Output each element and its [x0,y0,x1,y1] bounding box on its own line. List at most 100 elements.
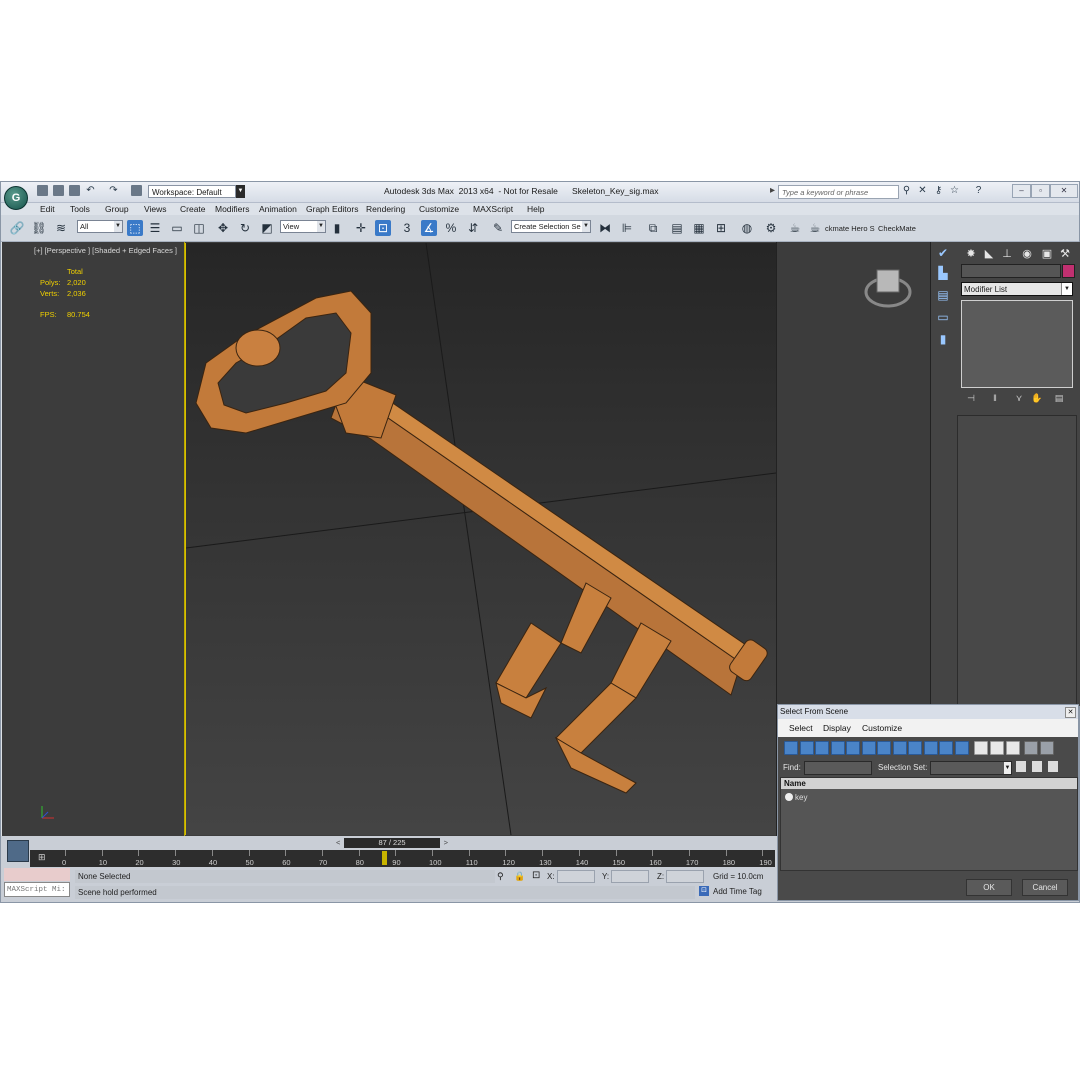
search-input[interactable]: Type a keyword or phrase [778,185,899,199]
show-end-result-icon[interactable]: ‖ [989,392,1001,404]
add-time-tag[interactable]: Add Time Tag [713,887,762,896]
menu-views[interactable]: Views [144,204,167,214]
render-setup-icon[interactable]: ⚙ [763,220,779,236]
snaps-toggle-icon[interactable]: 3 [399,220,415,236]
column-header-name[interactable]: Name [781,778,1077,789]
dialog-menu-customize[interactable]: Customize [862,723,902,733]
dialog-menu-display[interactable]: Display [823,723,851,733]
filter-icon[interactable] [1024,741,1038,755]
object-color-swatch[interactable] [1062,264,1075,278]
menu-customize[interactable]: Customize [419,204,459,214]
object-type-filter-icon[interactable] [954,741,969,755]
graphite-modeling-icon[interactable]: ▤ [669,220,685,236]
menu-help[interactable]: Help [527,204,544,214]
object-type-filter-icon[interactable] [830,741,845,755]
render-production-icon[interactable]: ☕ [807,220,823,236]
mini-listener-icon[interactable] [7,840,29,862]
object-name-field[interactable] [961,264,1061,278]
list-display-icon[interactable] [1006,741,1020,755]
time-slider[interactable]: < 87 / 225 > [336,838,448,848]
remove-from-selection-set-icon[interactable] [1048,761,1058,772]
tools-icon[interactable]: ✕ [917,185,928,196]
menu-group[interactable]: Group [105,204,129,214]
percent-snap-icon[interactable]: % [443,220,459,236]
y-coordinate-field[interactable] [611,870,649,883]
viewcube-icon[interactable] [863,262,913,312]
workspace-dropdown[interactable]: Workspace: Default [148,185,236,198]
window-crossing-icon[interactable]: ◫ [191,220,207,236]
align-icon[interactable]: ⊫ [619,220,635,236]
star-icon[interactable]: ☆ [949,185,960,196]
maxscript-listener-area[interactable] [4,868,70,881]
remove-modifier-icon[interactable]: ✋ [1031,392,1043,404]
object-type-filter-icon[interactable] [846,741,860,755]
chevron-left-icon[interactable]: < [336,838,340,848]
perspective-viewport[interactable] [185,243,777,835]
modifier-stack[interactable] [961,300,1073,388]
schematic-view-icon[interactable]: ⊞ [713,220,729,236]
redo-icon[interactable]: ↷ [108,185,119,196]
link-icon[interactable]: 🔗 [9,220,25,236]
cancel-button[interactable]: Cancel [1022,879,1068,896]
lock-selection-icon[interactable]: ⚲ [497,871,504,882]
menu-graph-editors[interactable]: Graph Editors [306,204,358,214]
motion-tab-icon[interactable]: ◉ [1019,246,1035,262]
make-unique-icon[interactable]: ⋎ [1013,392,1025,404]
rotate-icon[interactable]: ↻ [237,220,253,236]
mirror-icon[interactable]: ⧓ [597,220,613,236]
scene-explorer-icon[interactable]: ▤ [934,286,952,304]
layer-manager-icon[interactable]: ⧉ [645,220,661,236]
help-icon[interactable]: ? [973,185,984,196]
viewport-label[interactable]: [+] [Perspective ] [Shaded + Edged Faces… [34,246,177,255]
modify-tab-icon[interactable]: ◣ [981,246,997,262]
application-logo[interactable]: G [4,186,28,210]
absolute-mode-icon[interactable]: ⊡ [532,870,540,881]
move-icon[interactable]: ✥ [215,220,231,236]
chevron-right-icon[interactable]: > [444,838,448,848]
unlink-icon[interactable]: ⛓ [31,220,47,236]
list-item[interactable]: key [795,793,807,802]
display-tab-icon[interactable]: ▣ [1039,246,1055,262]
new-file-icon[interactable] [37,185,48,196]
maximize-button[interactable]: ▫ [1031,184,1050,198]
object-type-filter-icon[interactable] [908,741,922,755]
utilities-tab-icon[interactable]: ⚒ [1057,246,1073,262]
add-to-selection-set-icon[interactable] [1032,761,1042,772]
z-coordinate-field[interactable] [666,870,704,883]
object-type-filter-icon[interactable] [892,741,907,755]
find-input[interactable] [804,761,872,775]
checkmate-label[interactable]: CheckMate [878,224,916,233]
ok-button[interactable]: OK [966,879,1012,896]
close-icon[interactable]: ✕ [1065,707,1076,718]
reference-coordinate-dropdown[interactable]: View ▼ [280,220,326,233]
time-tag-icon[interactable]: ⊡ [699,886,709,896]
list-display-icon[interactable] [974,741,988,755]
menu-create[interactable]: Create [180,204,206,214]
hierarchy-tab-icon[interactable]: ⊥ [999,246,1015,262]
edit-named-selection-icon[interactable]: ✎ [490,220,506,236]
pin-stack-icon[interactable]: ⊣ [965,392,977,404]
track-bar[interactable]: ⊞ 0 10 20 30 40 50 60 70 80 90 100 110 120 130 140 150 1… [30,850,775,867]
rectangular-selection-icon[interactable]: ▭ [169,220,185,236]
select-object-icon[interactable]: ⬚ [127,220,143,236]
open-file-icon[interactable] [53,185,64,196]
chevron-down-icon[interactable]: ▼ [236,185,245,198]
list-display-icon[interactable] [990,741,1004,755]
create-tab-icon[interactable]: ✸ [963,246,979,262]
minimize-button[interactable]: – [1012,184,1031,198]
monitor-icon[interactable]: ▭ [934,308,952,326]
material-editor-icon[interactable]: ◍ [739,220,755,236]
configure-modifier-sets-icon[interactable]: ▤ [1053,392,1065,404]
filter-icon[interactable] [1040,741,1054,755]
asset-icon[interactable]: ▮ [934,330,952,348]
x-coordinate-field[interactable] [557,870,595,883]
object-type-filter-icon[interactable] [861,741,876,755]
dialog-menu-select[interactable]: Select [789,723,813,733]
rendered-frame-icon[interactable]: ☕ [787,220,803,236]
object-type-filter-icon[interactable] [939,741,953,755]
menu-edit[interactable]: Edit [40,204,55,214]
scale-icon[interactable]: ◩ [259,220,275,236]
isolate-icon[interactable]: 🔒 [514,871,525,882]
checkmate-hero-label[interactable]: ckmate Hero S [825,224,875,233]
object-type-filter-icon[interactable] [923,741,938,755]
